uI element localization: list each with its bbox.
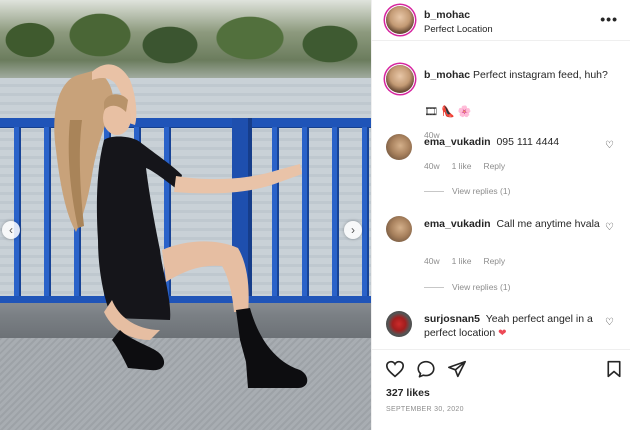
save-bookmark-icon[interactable] (606, 360, 622, 378)
comment-time: 40w (424, 256, 440, 266)
caption-avatar[interactable] (386, 65, 414, 93)
reply-button[interactable]: Reply (483, 256, 505, 266)
post-actions: 327 likes SEPTEMBER 30, 2020 (372, 349, 630, 430)
replies-line (424, 286, 444, 288)
like-comment-heart-icon[interactable]: ♡ (605, 317, 614, 328)
next-photo-button[interactable]: › (344, 221, 362, 239)
more-dots-icon[interactable]: ••• (600, 11, 618, 27)
comment-likes[interactable]: 1 like (452, 256, 472, 266)
view-replies-button[interactable]: View replies (1) (424, 186, 510, 196)
view-replies-button[interactable]: View replies (1) (424, 282, 510, 292)
post-date: SEPTEMBER 30, 2020 (386, 406, 464, 413)
comment-bubble-icon[interactable] (416, 360, 436, 378)
commenter-username[interactable]: ema_vukadin (424, 218, 491, 230)
caption-emojis: 🎞 👠 🌸 (424, 105, 471, 118)
woman-figure (54, 64, 308, 388)
comment-text: surjosnan5 Yeah perfect angel in a perfe… (424, 312, 602, 341)
red-heart-emoji: ❤ (498, 328, 507, 339)
like-comment-heart-icon[interactable]: ♡ (605, 222, 614, 233)
view-replies-label: View replies (1) (452, 186, 511, 196)
comment-body: Call me anytime hvala (496, 218, 600, 230)
share-send-icon[interactable] (447, 360, 467, 378)
reply-button[interactable]: Reply (483, 161, 505, 171)
heel-emoji: 👠 (440, 106, 455, 118)
post-header: b_mohac Perfect Location ••• (372, 0, 630, 41)
like-heart-icon[interactable] (385, 360, 405, 378)
commenter-avatar[interactable] (386, 216, 412, 242)
comment-body: 095 111 4444 (496, 136, 560, 148)
commenter-username[interactable]: ema_vukadin (424, 136, 491, 148)
author-username[interactable]: b_mohac (424, 9, 470, 21)
commenter-avatar[interactable] (386, 134, 412, 160)
post-side-panel: b_mohac Perfect Location ••• b_mohac Per… (371, 0, 630, 430)
comment-meta: 40w 1 like Reply (424, 161, 505, 171)
replies-line (424, 190, 444, 192)
flower-emoji: 🌸 (457, 106, 472, 118)
comments-list[interactable]: b_mohac Perfect instagram feed, huh? 🎞 👠… (372, 41, 630, 349)
comment-time: 40w (424, 161, 440, 171)
comment-likes[interactable]: 1 like (452, 161, 472, 171)
previous-photo-button[interactable]: ‹ (2, 221, 20, 239)
comment-text: ema_vukadin Call me anytime hvala (424, 217, 602, 231)
caption-username[interactable]: b_mohac (424, 69, 470, 81)
like-comment-heart-icon[interactable]: ♡ (605, 140, 614, 151)
post-location[interactable]: Perfect Location (424, 24, 493, 35)
comment-meta: 40w 1 like Reply (424, 256, 505, 266)
commenter-username[interactable]: surjosnan5 (424, 313, 480, 325)
comment-text: ema_vukadin 095 111 4444 (424, 135, 602, 149)
post-photo[interactable]: ‹ › (0, 0, 371, 430)
film-emoji: 🎞 (424, 106, 438, 118)
commenter-avatar[interactable] (386, 311, 412, 337)
likes-count[interactable]: 327 likes (386, 387, 430, 399)
view-replies-label: View replies (1) (452, 282, 511, 292)
caption-body: Perfect instagram feed, huh? (473, 69, 608, 81)
author-avatar[interactable] (386, 6, 414, 34)
caption-text: b_mohac Perfect instagram feed, huh? (424, 68, 619, 82)
